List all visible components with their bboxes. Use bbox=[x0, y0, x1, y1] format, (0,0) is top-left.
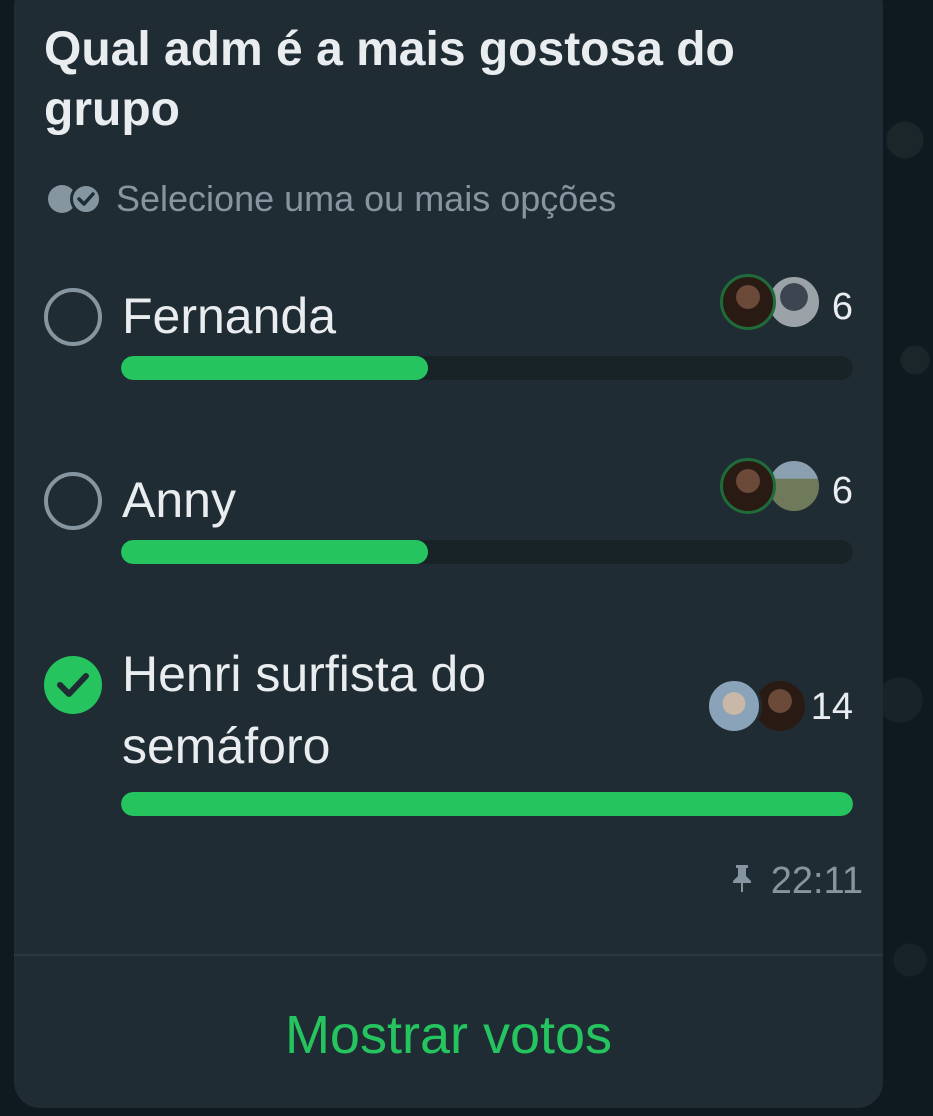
vote-progress-fill bbox=[121, 792, 853, 816]
vote-count: 6 bbox=[831, 470, 853, 512]
radio-empty-icon[interactable] bbox=[44, 288, 102, 346]
poll-option-label: Anny bbox=[122, 472, 236, 528]
divider bbox=[14, 954, 883, 956]
vote-progress-bar bbox=[121, 356, 853, 380]
voter-avatars bbox=[706, 678, 808, 736]
vote-progress-fill bbox=[121, 540, 429, 564]
radio-checked-icon[interactable] bbox=[44, 656, 102, 714]
poll-option-label: Henri surfista do semáforo bbox=[122, 646, 487, 774]
avatar bbox=[706, 678, 762, 734]
message-time: 22:11 bbox=[770, 860, 863, 902]
vote-progress-bar bbox=[121, 540, 853, 564]
poll-option-label: Fernanda bbox=[122, 288, 337, 344]
double-check-icon bbox=[48, 183, 102, 215]
avatar bbox=[720, 274, 776, 330]
show-votes-button[interactable]: Mostrar votos bbox=[14, 980, 883, 1090]
vote-progress-bar bbox=[121, 792, 853, 816]
vote-count: 14 bbox=[810, 686, 853, 728]
message-meta: 22:11 bbox=[731, 860, 863, 903]
pin-icon bbox=[731, 860, 753, 903]
vote-count: 6 bbox=[831, 286, 853, 328]
vote-progress-fill bbox=[121, 356, 429, 380]
avatar bbox=[720, 458, 776, 514]
poll-message-bubble[interactable]: Qual adm é a mais gostosa do grupo Selec… bbox=[14, 0, 883, 1108]
poll-question: Qual adm é a mais gostosa do grupo bbox=[44, 23, 735, 136]
radio-empty-icon[interactable] bbox=[44, 472, 102, 530]
poll-hint: Selecione uma ou mais opções bbox=[48, 178, 616, 220]
voter-avatars bbox=[720, 274, 822, 332]
poll-hint-text: Selecione uma ou mais opções bbox=[116, 178, 617, 219]
voter-avatars bbox=[720, 458, 822, 516]
